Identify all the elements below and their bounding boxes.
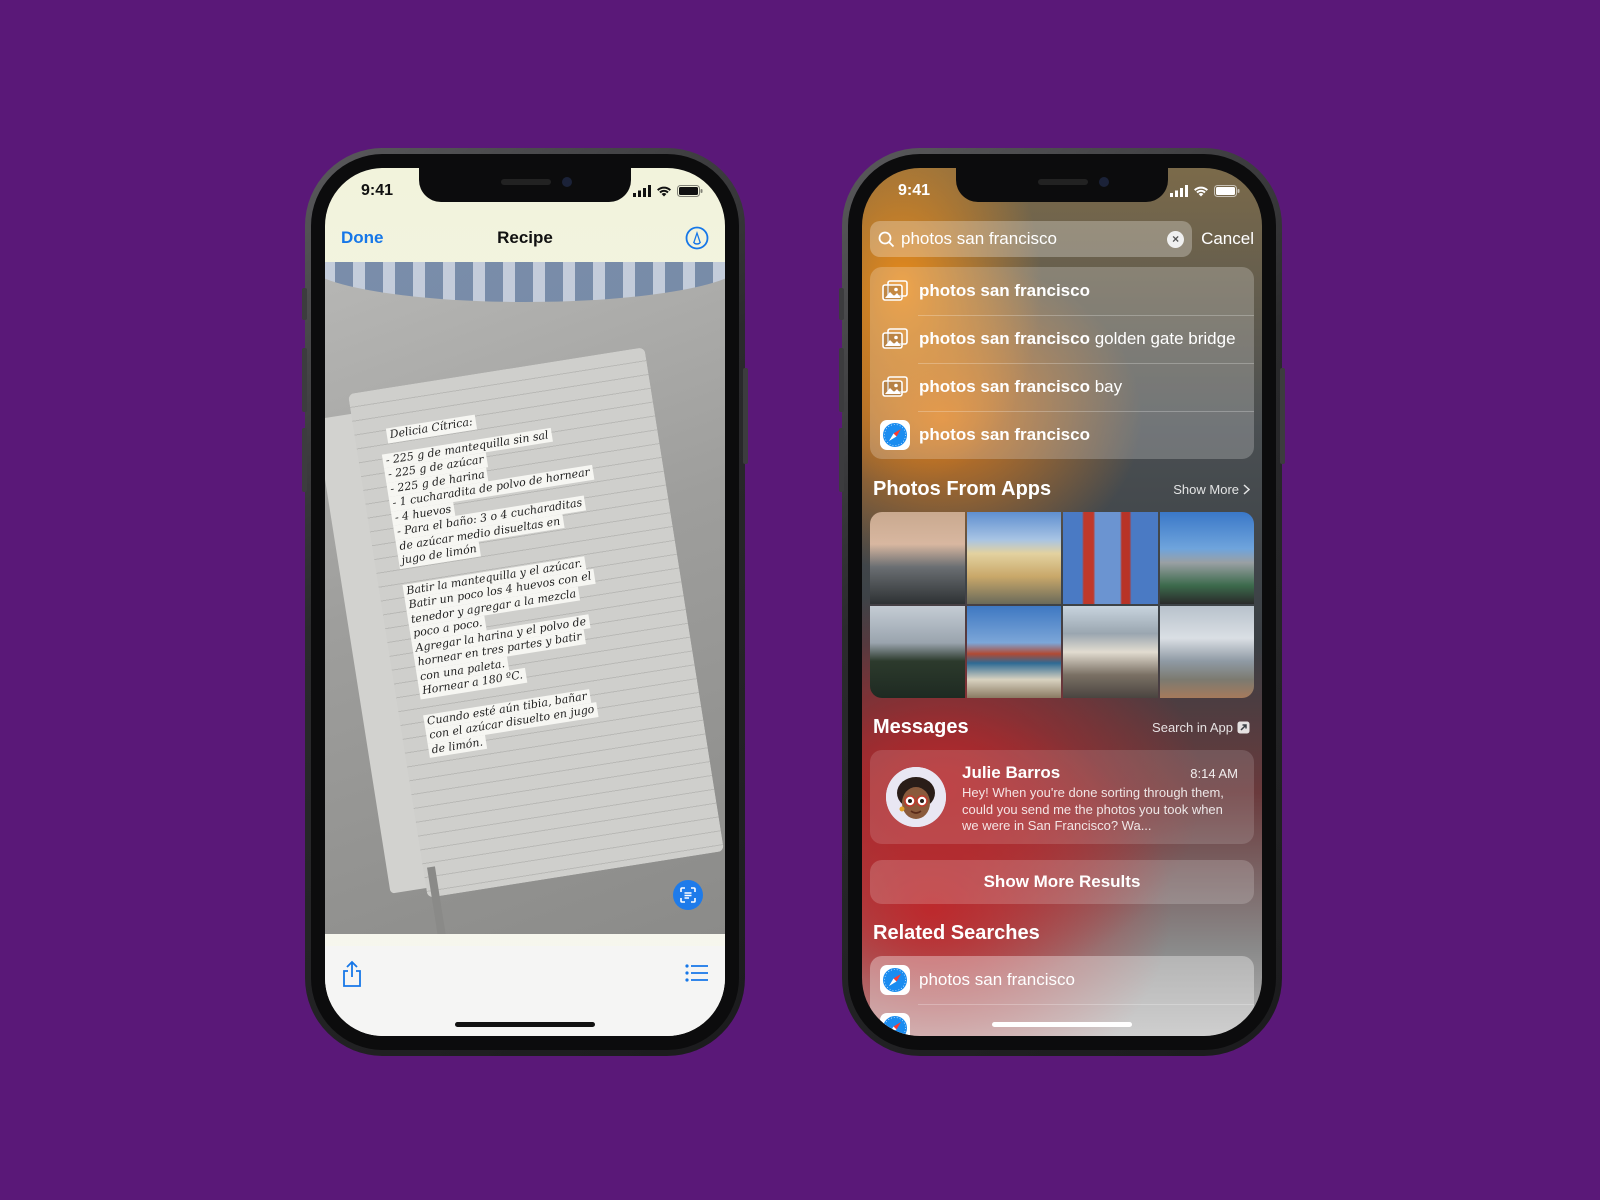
side-button xyxy=(1280,368,1285,464)
suggestion-query: photos san francisco xyxy=(919,425,1090,444)
status-icons xyxy=(1170,185,1240,197)
battery-icon xyxy=(677,185,703,197)
search-row: photos san francisco × Cancel xyxy=(870,221,1254,257)
volume-up-button xyxy=(839,348,844,412)
photo-thumbnail[interactable] xyxy=(870,512,965,604)
photo-thumbnail[interactable] xyxy=(870,606,965,698)
bowl-decoration xyxy=(325,262,725,302)
message-preview: Hey! When you're done sorting through th… xyxy=(962,785,1224,833)
related-search-item[interactable] xyxy=(870,1004,1254,1036)
message-result[interactable]: Julie Barros 8:14 AM Hey! When you're do… xyxy=(870,750,1254,844)
show-more-link[interactable]: Show More xyxy=(1173,482,1250,497)
safari-icon xyxy=(880,965,910,995)
message-time: 8:14 AM xyxy=(1190,766,1238,781)
status-time: 9:41 xyxy=(361,182,394,199)
suggestion-label: photos san francisco xyxy=(919,425,1090,445)
notebook: Delicia Cítrica: - 225 g de mantequilla s… xyxy=(325,347,725,934)
photos-grid xyxy=(870,512,1254,698)
volume-up-button xyxy=(302,348,307,412)
photo-thumbnail[interactable] xyxy=(1159,512,1254,604)
home-indicator[interactable] xyxy=(455,1022,595,1027)
messages-section-header: Messages Search in App xyxy=(873,716,1250,739)
suggestion-query: photos san francisco xyxy=(919,377,1090,396)
search-input[interactable]: photos san francisco × xyxy=(870,221,1193,257)
search-suggestion[interactable]: photos san francisco xyxy=(870,267,1254,315)
mute-switch xyxy=(839,288,844,320)
avatar xyxy=(886,767,946,827)
close-icon: × xyxy=(1172,232,1180,246)
live-text-button[interactable] xyxy=(673,880,703,910)
search-query[interactable]: photos san francisco xyxy=(901,229,1167,249)
related-search-item[interactable]: photos san francisco xyxy=(870,956,1254,1004)
suggestion-label: photos san francisco bay xyxy=(919,377,1122,397)
search-icon xyxy=(878,231,895,247)
suggestion-query: photos san francisco xyxy=(919,329,1090,348)
volume-down-button xyxy=(839,428,844,492)
mute-switch xyxy=(302,288,307,320)
search-suggestion[interactable]: photos san francisco xyxy=(870,411,1254,459)
recipe-photo: Delicia Cítrica: - 225 g de mantequilla s… xyxy=(325,262,725,934)
notch xyxy=(419,168,631,202)
list-icon[interactable] xyxy=(685,964,709,982)
safari-icon xyxy=(880,1013,910,1036)
markup-icon[interactable] xyxy=(685,226,709,250)
photo-thumbnail[interactable] xyxy=(1063,606,1158,698)
wifi-icon xyxy=(657,186,671,197)
side-button xyxy=(743,368,748,464)
open-external-icon xyxy=(1237,721,1250,734)
search-suggestions: photos san francisco photos san francisco… xyxy=(870,267,1254,459)
photos-icon xyxy=(880,324,910,354)
cancel-button[interactable]: Cancel xyxy=(1201,229,1254,249)
search-suggestion[interactable]: photos san francisco bay xyxy=(870,363,1254,411)
suggestion-completion: golden gate bridge xyxy=(1089,329,1236,348)
search-suggestion[interactable]: photos san francisco golden gate bridge xyxy=(870,315,1254,363)
share-icon[interactable] xyxy=(341,960,363,988)
photos-icon xyxy=(880,372,910,402)
status-time: 9:41 xyxy=(898,182,931,199)
photo-thumbnail[interactable] xyxy=(966,606,1061,698)
cellular-icon xyxy=(1170,185,1188,197)
memoji-avatar-icon xyxy=(886,767,946,827)
search-in-app-label: Search in App xyxy=(1152,720,1233,735)
related-search-label: photos san francisco xyxy=(919,970,1075,989)
cellular-icon xyxy=(633,185,651,197)
wifi-icon xyxy=(1194,186,1208,197)
page-title: Recipe xyxy=(497,228,553,247)
battery-icon xyxy=(1214,185,1240,197)
suggestion-label: photos san francisco xyxy=(919,281,1090,301)
related-section-header: Related Searches xyxy=(873,922,1250,945)
home-indicator[interactable] xyxy=(992,1022,1132,1027)
search-in-app-link[interactable]: Search in App xyxy=(1152,720,1250,735)
done-button[interactable]: Done xyxy=(341,228,384,248)
show-more-results-button[interactable]: Show More Results xyxy=(870,860,1254,904)
clear-search-button[interactable]: × xyxy=(1167,230,1185,248)
status-icons xyxy=(633,185,703,197)
show-more-label: Show More xyxy=(1173,482,1239,497)
safari-icon xyxy=(880,420,910,450)
navigation-bar: Done Recipe xyxy=(325,216,725,260)
suggestion-completion: bay xyxy=(1089,377,1123,396)
message-sender: Julie Barros xyxy=(962,763,1061,782)
live-text-icon xyxy=(680,887,696,903)
spotlight-screen: 9:41 photos san francisco × Cancel photo… xyxy=(862,168,1262,1036)
section-title: Messages xyxy=(873,716,969,738)
live-text-recipe[interactable]: Delicia Cítrica: - 225 g de mantequilla s… xyxy=(378,391,677,758)
notch xyxy=(956,168,1168,202)
photo-thumbnail[interactable] xyxy=(1063,512,1158,604)
photo-thumbnail[interactable] xyxy=(1159,606,1254,698)
chevron-right-icon xyxy=(1243,484,1250,495)
left-iphone: 9:41 Done Recipe Delicia Cítrica: - 225 g… xyxy=(302,148,748,1056)
section-title: Related Searches xyxy=(873,922,1040,944)
right-iphone: 9:41 photos san francisco × Cancel photo… xyxy=(839,148,1285,1056)
notes-screen: 9:41 Done Recipe Delicia Cítrica: - 225 g… xyxy=(325,168,725,1036)
photo-thumbnail[interactable] xyxy=(966,512,1061,604)
photos-section-header: Photos From Apps Show More xyxy=(873,478,1250,501)
suggestion-query: photos san francisco xyxy=(919,281,1090,300)
section-title: Photos From Apps xyxy=(873,478,1052,500)
photos-icon xyxy=(880,276,910,306)
suggestion-label: photos san francisco golden gate bridge xyxy=(919,329,1236,349)
volume-down-button xyxy=(302,428,307,492)
